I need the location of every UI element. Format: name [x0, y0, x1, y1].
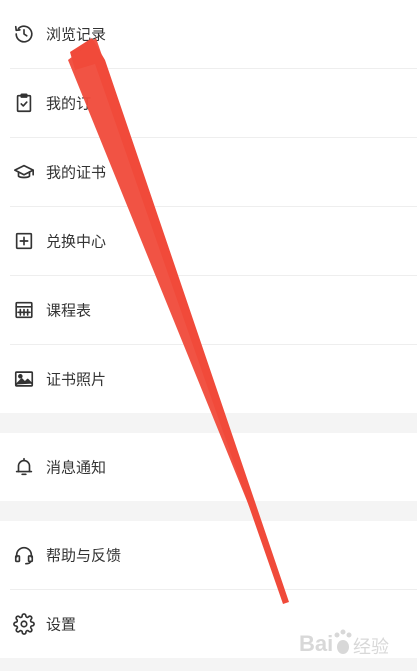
- menu-item-my-orders[interactable]: 我的订: [0, 69, 417, 137]
- gear-icon: [13, 613, 35, 635]
- menu-item-label: 我的证书: [46, 163, 107, 182]
- section-gap: [0, 501, 417, 521]
- menu-item-label: 证书照片: [46, 370, 107, 389]
- menu-item-label: 消息通知: [46, 458, 107, 477]
- svg-text:Bai: Bai: [299, 631, 333, 656]
- plus-square-icon: [13, 230, 35, 252]
- menu-item-label: 兑换中心: [46, 232, 107, 251]
- calendar-icon: [13, 299, 35, 321]
- menu-item-label: 帮助与反馈: [46, 546, 122, 565]
- menu-item-redeem-center[interactable]: 兑换中心: [0, 207, 417, 275]
- menu-item-help-feedback[interactable]: 帮助与反馈: [0, 521, 417, 589]
- menu-item-label: 我的订: [46, 94, 92, 113]
- baidu-logo-icon: Bai 经验: [299, 629, 389, 658]
- graduation-cap-icon: [13, 161, 35, 183]
- menu-item-label: 设置: [46, 615, 77, 634]
- clipboard-check-icon: [13, 92, 35, 114]
- headset-icon: [13, 544, 35, 566]
- menu-item-label: 浏览记录: [46, 25, 107, 44]
- menu-item-timetable[interactable]: 课程表: [0, 276, 417, 344]
- history-icon: [13, 23, 35, 45]
- menu-item-browsing-history[interactable]: 浏览记录: [0, 0, 417, 68]
- menu-item-certificate-photo[interactable]: 证书照片: [0, 345, 417, 413]
- menu-item-my-certificates[interactable]: 我的证书: [0, 138, 417, 206]
- menu-item-message-notifications[interactable]: 消息通知: [0, 433, 417, 501]
- image-icon: [13, 368, 35, 390]
- baidu-watermark: Bai 经验: [299, 623, 409, 663]
- section-gap: [0, 413, 417, 433]
- bell-icon: [13, 456, 35, 478]
- svg-text:经验: 经验: [353, 637, 389, 658]
- menu-item-label: 课程表: [46, 301, 92, 320]
